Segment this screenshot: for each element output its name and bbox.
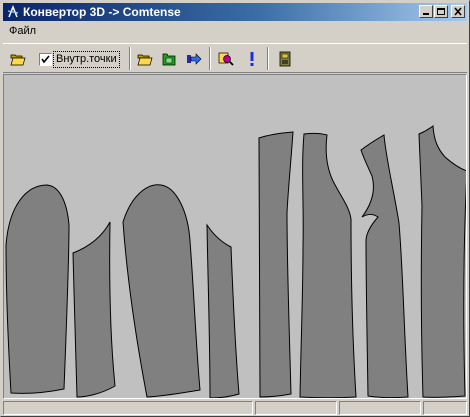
status-bar [3,400,467,416]
close-button[interactable] [451,5,465,18]
pattern-piece [418,125,466,398]
status-panel [255,401,337,415]
open-folder-icon [10,54,26,66]
pattern-pieces [5,125,466,398]
open-file-button[interactable] [134,48,156,70]
open-green-folder-button[interactable] [158,48,180,70]
status-panel [339,401,421,415]
pattern-piece [5,184,70,394]
toolbar: Внутр.точки [3,43,467,73]
check-mark-icon [41,55,50,64]
menu-file[interactable]: Файл [9,25,36,37]
open-button[interactable] [7,48,29,70]
maximize-button[interactable] [434,5,448,18]
pattern-piece [258,131,294,398]
minimize-button[interactable] [419,5,433,18]
inner-points-checkbox[interactable] [39,53,52,66]
open-folder-icon [137,54,153,66]
pattern-piece [72,221,116,398]
status-panel [423,401,467,415]
minimize-icon [423,13,429,15]
pattern-piece [122,184,201,398]
pattern-canvas[interactable] [3,74,467,399]
inner-points-label[interactable]: Внутр.точки [53,51,120,68]
find-icon [218,52,234,66]
export-arrow-icon [187,53,202,65]
menu-bar: Файл [3,22,467,40]
close-icon [454,7,462,16]
pattern-piece [206,223,240,398]
device-icon [279,51,291,67]
find-button[interactable] [215,48,237,70]
exclamation-icon [250,52,254,66]
app-icon [7,5,19,18]
pattern-piece [360,134,409,398]
window-title: Конвертор 3D -> Comtense [23,5,181,19]
alert-button[interactable] [241,48,263,70]
toolbar-separator [129,47,131,70]
status-panel [3,401,253,415]
app-window: Конвертор 3D -> Comtense Файл Внутр.точк… [0,0,470,417]
green-folder-icon [162,53,176,66]
export-button[interactable] [183,48,205,70]
device-button[interactable] [274,48,296,70]
title-bar[interactable]: Конвертор 3D -> Comtense [3,3,467,21]
toolbar-separator [209,47,211,70]
pattern-piece [299,132,357,398]
maximize-icon [437,8,445,15]
toolbar-separator [267,47,269,70]
